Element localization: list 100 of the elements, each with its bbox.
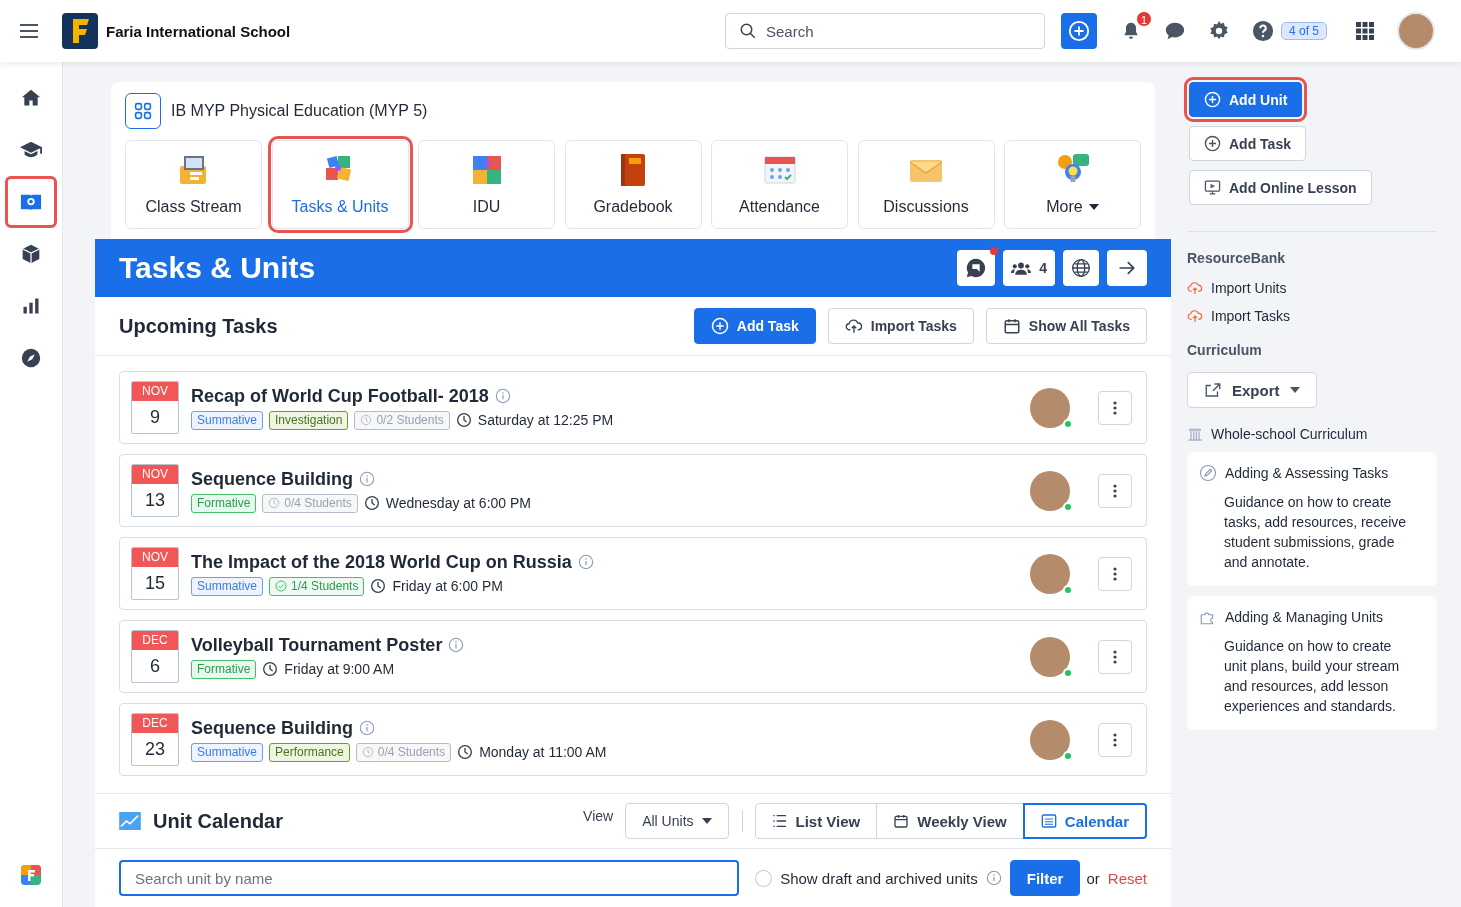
help-icon [1251,20,1274,42]
kebab-icon [1113,649,1117,664]
check-circle-icon [275,580,288,592]
compass-icon [21,348,41,368]
task-card[interactable]: DEC 6 Volleyball Tournament Poster Formative Friday at 9:00 AM [119,620,1147,693]
task-tag: 1/4 Students [269,576,365,596]
task-title[interactable]: The Impact of the 2018 World Cup on Russia [191,551,572,573]
add-task-button[interactable]: Add Task [693,308,816,344]
kebab-icon [1113,732,1117,747]
course-title: IB MYP Physical Education (MYP 5) [171,102,428,120]
sidebar-item[interactable] [5,176,57,228]
cloud-upload-icon [844,317,863,335]
view-toggle[interactable]: List View [754,803,878,839]
resource-link[interactable]: Import Units [1187,280,1437,296]
guide-card[interactable]: Adding & Assessing Tasks Guidance on how to create tasks, add resources, receive student submissions, grade and annotate. [1187,452,1437,586]
task-tag: Summative [191,576,264,596]
section-title: Unit Calendar [153,809,284,833]
plus-icon [1204,135,1221,152]
task-title[interactable]: Sequence Building [191,717,354,739]
school-name: Faria International School [106,22,291,40]
filter-button[interactable]: Filter [1009,860,1081,896]
school-logo-icon [62,13,98,49]
bar-chart-icon [21,296,41,316]
due-date: Friday at 6:00 PM [392,578,503,594]
user-avatar[interactable] [1397,12,1435,50]
import-tasks-button[interactable]: Import Tasks [827,308,974,344]
cube-icon [21,244,41,264]
due-date: Saturday at 12:25 PM [477,412,614,428]
task-title[interactable]: Volleyball Tournament Poster [191,634,443,656]
show-all-tasks-button[interactable]: Show All Tasks [985,308,1147,344]
task-card[interactable]: NOV 13 Sequence Building Formative 0/4 Students Wednesday at 6:00 PM [119,454,1147,527]
add-online-lesson-button[interactable]: Add Online Lesson [1189,170,1372,205]
guide-card[interactable]: Adding & Managing Units Guidance on how to create unit plans, build your stream and resources, add lesson experiences and standards. [1187,596,1437,730]
guide-title: Adding & Managing Units [1225,609,1383,625]
chat-button[interactable] [957,250,996,286]
task-card[interactable]: DEC 23 Sequence Building Summative Performance 0/4 Students Monday at 11:00 AM [119,703,1147,776]
course-tab[interactable]: Gradebook [564,140,702,229]
cloud-upload-icon [1187,280,1203,296]
language-button[interactable] [1063,250,1099,286]
unit-search-field[interactable]: Search unit by name [119,860,740,896]
caret-icon [701,818,712,824]
view-toggle[interactable]: Weekly View [876,803,1024,839]
task-title[interactable]: Sequence Building [191,468,354,490]
guide-description: Guidance on how to create tasks, add resources, receive student submissions, grade and annotate. [1224,493,1408,572]
menu-icon [20,24,38,38]
course-tab[interactable]: Discussions [857,140,995,229]
resource-link[interactable]: Import Tasks [1187,308,1437,324]
date-badge: DEC 6 [131,630,179,683]
clock-icon [268,497,281,509]
kebab-icon [1113,400,1117,415]
task-title[interactable]: Recap of World Cup Football- 2018 [191,385,489,407]
reset-link[interactable]: Reset [1107,869,1147,887]
task-tag: Formative [191,493,257,513]
info-icon [985,870,1002,886]
clock-icon [262,661,279,677]
chat-bubble-icon [1163,20,1186,42]
course-grid-icon[interactable] [125,93,161,129]
curriculum-link[interactable]: Whole-school Curriculum [1187,426,1437,442]
clock-icon [361,746,374,758]
people-icon [1011,260,1032,276]
task-card[interactable]: NOV 9 Recap of World Cup Football- 2018 Summative Investigation 0/2 Students Saturday at 12:25 PM [119,371,1147,444]
course-tab[interactable]: Class Stream [125,140,262,229]
units-dropdown[interactable]: All Units [625,803,729,839]
create-button[interactable] [1060,13,1097,49]
course-tab[interactable]: More [1004,140,1141,229]
view-toggle[interactable]: Calendar [1022,803,1147,839]
due-date: Wednesday at 6:00 PM [385,495,531,511]
kebab-icon [1113,566,1117,581]
export-dropdown[interactable]: Export [1187,372,1317,408]
grid-icon [1356,22,1374,40]
monitor-icon [1204,179,1221,196]
members-button[interactable]: 4 [1003,250,1055,286]
help-button[interactable] [1250,19,1275,43]
app-logo-icon [21,865,41,885]
task-card[interactable]: NOV 15 The Impact of the 2018 World Cup on Russia Summative 1/4 Students Friday at 6:00 PM [119,537,1147,610]
plus-icon [710,317,729,335]
cloud-upload-icon [1187,308,1203,324]
task-tag: Summative [191,410,264,430]
search-field[interactable]: Search [724,13,1045,49]
clock-icon [370,578,387,594]
guide-description: Guidance on how to create unit plans, build your stream and resources, add lesson experiences and standards. [1224,637,1401,716]
next-button[interactable] [1107,250,1147,286]
course-tab[interactable]: Attendance [711,140,848,229]
date-badge: NOV 15 [131,547,179,600]
notification-badge: 1 [1135,11,1152,27]
course-tab[interactable]: IDU [418,140,555,229]
or-text: or [1086,869,1100,887]
clock-icon [360,414,373,426]
task-tag: Performance [269,742,350,762]
info-icon [359,720,376,736]
help-progress-badge: 4 of 5 [1280,22,1327,40]
task-tag: Investigation [269,410,349,430]
clock-icon [455,412,472,428]
date-badge: NOV 9 [131,381,179,434]
task-tag: 0/4 Students [355,742,452,762]
add-task-button[interactable]: Add Task [1189,126,1306,161]
kebab-icon [1113,483,1117,498]
due-date: Friday at 9:00 AM [284,661,395,677]
task-tag: Formative [191,659,257,679]
apps-button[interactable] [1353,19,1377,43]
